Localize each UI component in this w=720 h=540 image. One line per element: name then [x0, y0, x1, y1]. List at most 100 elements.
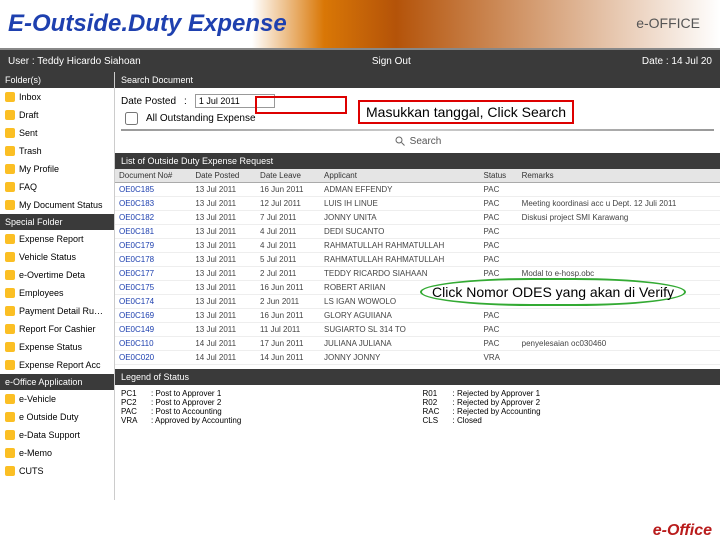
folder-icon — [5, 360, 15, 370]
table-cell: JONNY UNITA — [320, 211, 479, 225]
document-link[interactable]: OE0C110 — [115, 337, 191, 351]
table-cell: 5 Jul 2011 — [256, 253, 320, 267]
table-cell: 7 Jul 2011 — [256, 211, 320, 225]
sidebar-app-1[interactable]: e Outside Duty — [0, 408, 114, 426]
app-header: e-Office Application — [0, 374, 114, 390]
legend-item: PC1: Post to Approver 1 — [121, 389, 413, 398]
sidebar-app-3[interactable]: e-Memo — [0, 444, 114, 462]
table-cell: 13 Jul 2011 — [191, 197, 256, 211]
document-link[interactable]: OE0C169 — [115, 309, 191, 323]
table-row: OE0C17813 Jul 20115 Jul 2011RAHMATULLAH … — [115, 253, 720, 267]
table-cell: 13 Jul 2011 — [191, 183, 256, 197]
sidebar-special-3[interactable]: Employees — [0, 284, 114, 302]
table-cell — [518, 183, 720, 197]
document-link[interactable]: OE0C181 — [115, 225, 191, 239]
column-header: Document No# — [115, 169, 191, 183]
table-row: OE0C18513 Jul 201116 Jun 2011ADMAN EFFEN… — [115, 183, 720, 197]
table-cell: SUGIARTO SL 314 TO — [320, 323, 479, 337]
document-link[interactable]: OE0C178 — [115, 253, 191, 267]
table-cell: 17 Jun 2011 — [256, 337, 320, 351]
sidebar-folder-6[interactable]: My Document Status — [0, 196, 114, 214]
table-cell: 4 Jul 2011 — [256, 225, 320, 239]
sidebar-folder-2[interactable]: Sent — [0, 124, 114, 142]
document-link[interactable]: OE0C149 — [115, 323, 191, 337]
sidebar-item-label: e-Overtime Deta — [19, 270, 85, 280]
document-link[interactable]: OE0C182 — [115, 211, 191, 225]
table-row: OE0C17713 Jul 20112 Jul 2011TEDDY RICARD… — [115, 267, 720, 281]
annotation-verify: Click Nomor ODES yang akan di Verify — [420, 278, 686, 306]
all-outstanding-label: All Outstanding Expense — [146, 113, 256, 124]
banner: E-Outside.Duty Expense e-OFFICE — [0, 0, 720, 50]
table-cell: penyelesaian oc030460 — [518, 337, 720, 351]
sidebar-folder-3[interactable]: Trash — [0, 142, 114, 160]
sidebar-item-label: Sent — [19, 128, 38, 138]
table-cell: ADMAN EFFENDY — [320, 183, 479, 197]
all-outstanding-checkbox[interactable] — [125, 112, 138, 125]
table-row: OE0C02014 Jul 201114 Jun 2011JONNY JONNY… — [115, 351, 720, 365]
sidebar-special-2[interactable]: e-Overtime Deta — [0, 266, 114, 284]
list-header: List of Outside Duty Expense Request — [115, 153, 720, 169]
legend-header: Legend of Status — [115, 369, 720, 385]
legend-item: PAC: Post to Accounting — [121, 407, 413, 416]
sidebar-special-1[interactable]: Vehicle Status — [0, 248, 114, 266]
sidebar-item-label: CUTS — [19, 466, 44, 476]
sidebar-special-0[interactable]: Expense Report — [0, 230, 114, 248]
table-cell: 16 Jun 2011 — [256, 183, 320, 197]
document-link[interactable]: OE0C179 — [115, 239, 191, 253]
sidebar-special-5[interactable]: Report For Cashier — [0, 320, 114, 338]
legend-item: PC2: Post to Approver 2 — [121, 398, 413, 407]
table-row: OE0C14913 Jul 201111 Jul 2011SUGIARTO SL… — [115, 323, 720, 337]
folder-icon — [5, 448, 15, 458]
table-cell: JULIANA JULIANA — [320, 337, 479, 351]
table-cell: 12 Jul 2011 — [256, 197, 320, 211]
legend-item: CLS: Closed — [423, 416, 715, 425]
column-header: Remarks — [518, 169, 720, 183]
sidebar-special-6[interactable]: Expense Status — [0, 338, 114, 356]
table-cell: PAC — [479, 323, 517, 337]
document-link[interactable]: OE0C183 — [115, 197, 191, 211]
sidebar-folder-1[interactable]: Draft — [0, 106, 114, 124]
folder-icon — [5, 288, 15, 298]
table-cell: 13 Jul 2011 — [191, 239, 256, 253]
folder-icon — [5, 164, 15, 174]
table-cell: 13 Jul 2011 — [191, 281, 256, 295]
sidebar-app-0[interactable]: e-Vehicle — [0, 390, 114, 408]
table-cell — [518, 225, 720, 239]
sidebar-folder-0[interactable]: Inbox — [0, 88, 114, 106]
sidebar-item-label: Draft — [19, 110, 39, 120]
sidebar-item-label: Expense Report — [19, 234, 84, 244]
table-cell: 16 Jun 2011 — [256, 281, 320, 295]
sidebar-folder-4[interactable]: My Profile — [0, 160, 114, 178]
folder-icon — [5, 146, 15, 156]
document-link[interactable]: OE0C174 — [115, 295, 191, 309]
column-header: Status — [479, 169, 517, 183]
table-cell — [518, 323, 720, 337]
sidebar-item-label: e Outside Duty — [19, 412, 79, 422]
sidebar-item-label: e-Memo — [19, 448, 52, 458]
sidebar-app-4[interactable]: CUTS — [0, 462, 114, 480]
legend-item: RAC: Rejected by Accounting — [423, 407, 715, 416]
document-link[interactable]: OE0C177 — [115, 267, 191, 281]
table-cell: 13 Jul 2011 — [191, 253, 256, 267]
sidebar-item-label: Employees — [19, 288, 64, 298]
footer-logo: e-Office — [653, 522, 712, 540]
folder-icon — [5, 270, 15, 280]
signout-link[interactable]: Sign Out — [372, 56, 411, 67]
search-button[interactable]: Search — [121, 135, 714, 147]
document-link[interactable]: OE0C185 — [115, 183, 191, 197]
sidebar-folder-5[interactable]: FAQ — [0, 178, 114, 196]
banner-brand: e-OFFICE — [636, 15, 700, 31]
document-link[interactable]: OE0C175 — [115, 281, 191, 295]
date-posted-label: Date Posted — [121, 96, 176, 107]
separator — [121, 129, 714, 131]
document-link[interactable]: OE0C020 — [115, 351, 191, 365]
table-row: OE0C17913 Jul 20114 Jul 2011RAHMATULLAH … — [115, 239, 720, 253]
sidebar-app-2[interactable]: e-Data Support — [0, 426, 114, 444]
top-bar: User : Teddy Hicardo Siahoan Sign Out Da… — [0, 50, 720, 72]
sidebar-special-7[interactable]: Expense Report Acc — [0, 356, 114, 374]
folder-icon — [5, 306, 15, 316]
table-cell: 11 Jul 2011 — [256, 323, 320, 337]
table-cell: PAC — [479, 239, 517, 253]
expense-table: Document No#Date PostedDate LeaveApplica… — [115, 169, 720, 365]
sidebar-special-4[interactable]: Payment Detail Ru… — [0, 302, 114, 320]
